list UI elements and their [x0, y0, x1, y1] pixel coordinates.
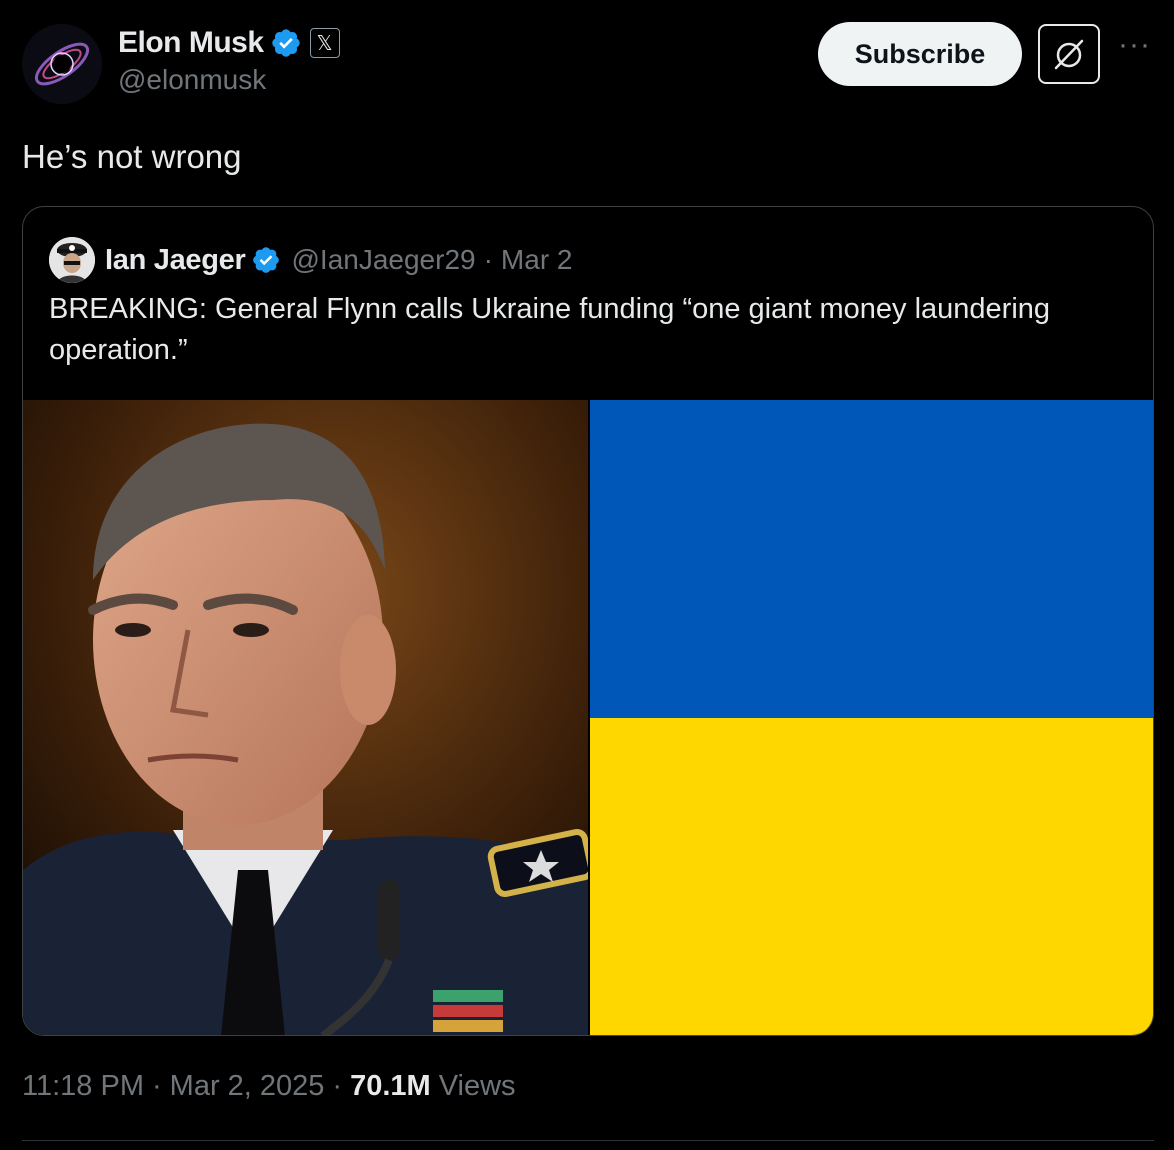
person-photo[interactable] [23, 400, 588, 1035]
more-options-icon[interactable]: ··· [1118, 28, 1151, 62]
quoted-header: Ian Jaeger @IanJaeger29 · Mar 2 [105, 237, 573, 283]
tweet-text: He’s not wrong [22, 138, 242, 175]
quoted-avatar-image [49, 237, 95, 283]
quoted-media[interactable] [23, 400, 1153, 1035]
flag-yellow-stripe [590, 718, 1153, 1035]
avatar-image [22, 24, 102, 104]
x-affiliation-icon[interactable]: 𝕏 [309, 28, 340, 58]
meta-separator-1: · [151, 1070, 162, 1102]
subscribe-button[interactable]: Subscribe [818, 22, 1022, 86]
ukraine-flag-image[interactable] [590, 400, 1153, 1035]
portrait-illustration [23, 400, 588, 1035]
author-avatar[interactable] [22, 24, 102, 104]
meta-separator-2: · [332, 1070, 343, 1102]
author-name[interactable]: Elon Musk [118, 26, 264, 60]
verified-badge-icon[interactable] [270, 27, 302, 59]
author-name-row: Elon Musk 𝕏 [118, 24, 340, 62]
quoted-verified-badge-icon[interactable] [251, 245, 281, 275]
quoted-date[interactable]: Mar 2 [501, 244, 573, 276]
views-label: Views [438, 1070, 516, 1102]
views-count: 70.1M [350, 1070, 431, 1102]
tweet-meta: 11:18 PM · Mar 2, 2025 · 70.1M Views [22, 1070, 516, 1103]
quoted-tweet-text: BREAKING: General Flynn calls Ukraine fu… [49, 293, 1051, 366]
quoted-author-avatar[interactable] [49, 237, 95, 283]
divider [22, 1140, 1154, 1141]
flag-blue-stripe [590, 400, 1153, 718]
quoted-tweet[interactable]: Ian Jaeger @IanJaeger29 · Mar 2 BREAKING… [22, 206, 1154, 1036]
author-handle[interactable]: @elonmusk [118, 64, 266, 96]
tweet-date[interactable]: Mar 2, 2025 [170, 1070, 325, 1103]
quoted-author-handle[interactable]: @IanJaeger29 [291, 244, 475, 276]
quoted-author-name[interactable]: Ian Jaeger [105, 244, 246, 277]
tweet-time[interactable]: 11:18 PM [22, 1070, 144, 1103]
quoted-separator: · [483, 244, 493, 275]
grok-icon[interactable] [1038, 24, 1100, 84]
